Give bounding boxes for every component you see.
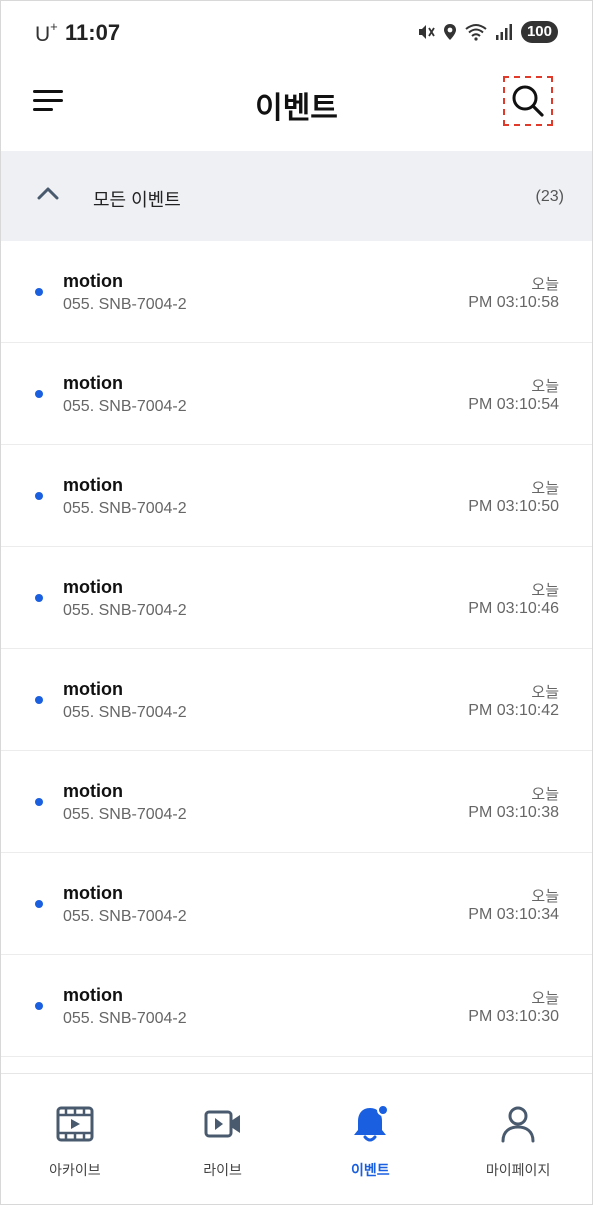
status-icons: 100 [417, 20, 558, 44]
video-camera-icon [204, 1110, 240, 1138]
event-camera: 055. SNB-7004-2 [63, 806, 187, 823]
event-group-header[interactable]: 모든 이벤트 (23) [1, 151, 592, 241]
event-title: motion [63, 475, 123, 495]
event-time: PM 03:10:42 [468, 702, 559, 719]
event-day: 오늘 [531, 378, 559, 395]
event-time: PM 03:10:34 [468, 906, 559, 923]
event-time: PM 03:10:58 [468, 294, 559, 311]
event-row[interactable]: motion 055. SNB-7004-2 오늘 PM 03:10:54 [1, 343, 592, 445]
event-list: motion 055. SNB-7004-2 오늘 PM 03:10:58 motion… [1, 241, 592, 1073]
event-time: PM 03:10:30 [468, 1008, 559, 1025]
carrier-label: U+ [35, 19, 58, 46]
nav-label-mypage: 마이페이지 [485, 1162, 551, 1178]
event-day: 오늘 [531, 684, 559, 701]
event-day: 오늘 [531, 990, 559, 1007]
event-time: PM 03:10:46 [468, 600, 559, 617]
nav-item-live[interactable]: 라이브 [149, 1074, 297, 1204]
nav-item-archive[interactable]: 아카이브 [1, 1074, 149, 1204]
unread-dot-icon [35, 900, 43, 908]
event-title: motion [63, 577, 123, 597]
event-row[interactable]: motion 055. SNB-7004-2 오늘 PM 03:10:38 [1, 751, 592, 853]
group-title: 모든 이벤트 [93, 190, 181, 210]
search-icon [512, 85, 544, 117]
status-time: 11:07 [65, 20, 121, 45]
event-title: motion [63, 883, 123, 903]
event-day: 오늘 [531, 276, 559, 293]
event-camera: 055. SNB-7004-2 [63, 1010, 187, 1027]
unread-dot-icon [35, 288, 43, 296]
app-screen: U+ 11:07 100 이벤트 모든 이벤트 (23) motion 055.… [0, 0, 593, 1205]
unread-dot-icon [35, 390, 43, 398]
event-camera: 055. SNB-7004-2 [63, 704, 187, 721]
event-row[interactable]: motion 055. SNB-7004-2 오늘 PM 03:10:46 [1, 547, 592, 649]
event-day: 오늘 [531, 888, 559, 905]
signal-icon [495, 24, 512, 40]
event-row[interactable]: motion 055. SNB-7004-2 오늘 PM 03:10:42 [1, 649, 592, 751]
chevron-up-icon [37, 187, 59, 200]
bell-icon [354, 1104, 390, 1142]
event-title: motion [63, 271, 123, 291]
nav-item-mypage[interactable]: 마이페이지 [444, 1074, 592, 1204]
nav-label-archive: 아카이브 [49, 1162, 101, 1178]
nav-label-events: 이벤트 [351, 1162, 390, 1178]
nav-label-live: 라이브 [203, 1162, 242, 1178]
event-day: 오늘 [531, 582, 559, 599]
event-row[interactable]: motion 055. SNB-7004-2 오늘 PM 03:10:34 [1, 853, 592, 955]
event-title: motion [63, 679, 123, 699]
event-time: PM 03:10:38 [468, 804, 559, 821]
event-day: 오늘 [531, 786, 559, 803]
app-header: 이벤트 [1, 61, 592, 151]
user-icon [501, 1106, 535, 1143]
unread-dot-icon [35, 696, 43, 704]
search-button[interactable] [503, 76, 553, 126]
event-camera: 055. SNB-7004-2 [63, 908, 187, 925]
unread-dot-icon [35, 1002, 43, 1010]
event-time: PM 03:10:50 [468, 498, 559, 515]
event-row[interactable]: motion 055. SNB-7004-2 오늘 PM 03:10:58 [1, 241, 592, 343]
battery-indicator: 100 [520, 21, 558, 43]
event-row[interactable]: motion 055. SNB-7004-2 오늘 PM 03:10:30 [1, 955, 592, 1057]
event-camera: 055. SNB-7004-2 [63, 602, 187, 619]
group-count: (23) [535, 188, 564, 205]
unread-dot-icon [35, 594, 43, 602]
event-title: motion [63, 985, 123, 1005]
mute-icon [418, 25, 435, 39]
event-camera: 055. SNB-7004-2 [63, 296, 187, 313]
event-title: motion [63, 781, 123, 801]
event-row[interactable]: motion 055. SNB-7004-2 오늘 PM 03:10:50 [1, 445, 592, 547]
event-camera: 055. SNB-7004-2 [63, 398, 187, 415]
wifi-icon [465, 24, 487, 41]
status-bar: U+ 11:07 100 [1, 1, 592, 61]
bottom-nav: 아카이브 라이브 이벤트 마이페이지 [1, 1073, 592, 1204]
event-title: motion [63, 373, 123, 393]
event-camera: 055. SNB-7004-2 [63, 500, 187, 517]
event-day: 오늘 [531, 480, 559, 497]
location-icon [443, 24, 456, 40]
unread-dot-icon [35, 492, 43, 500]
film-play-icon [56, 1106, 94, 1142]
nav-item-events[interactable]: 이벤트 [297, 1074, 445, 1204]
event-time: PM 03:10:54 [468, 396, 559, 413]
unread-dot-icon [35, 798, 43, 806]
